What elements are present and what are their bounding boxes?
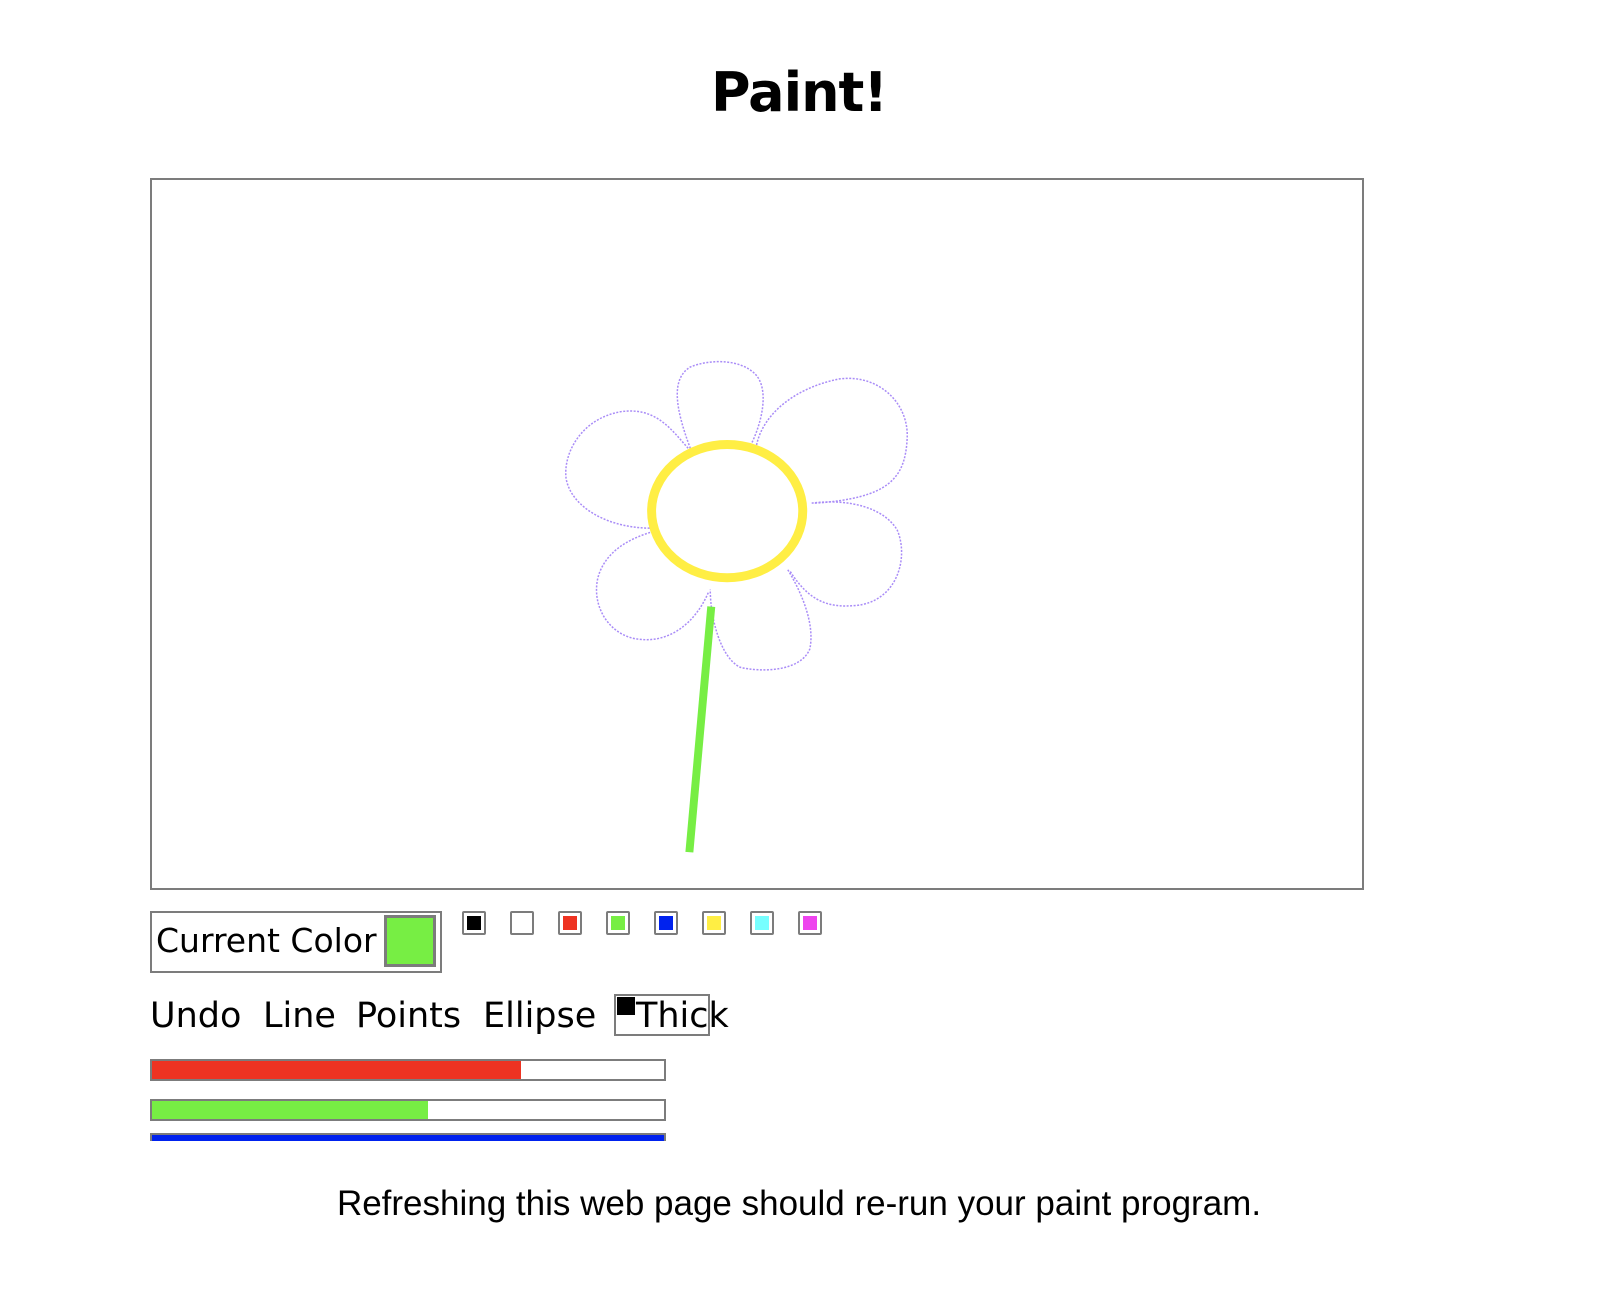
palette-swatch-cyan[interactable] xyxy=(750,911,774,935)
current-color-box: Current Color xyxy=(150,911,442,973)
red-slider[interactable] xyxy=(150,1059,666,1081)
paint-canvas[interactable] xyxy=(150,178,1364,890)
petal-top xyxy=(676,360,764,449)
flower-stem-line xyxy=(685,606,716,853)
thick-toggle-label[interactable]: Thick xyxy=(636,994,729,1038)
palette-swatch-white[interactable] xyxy=(510,911,534,935)
footer-note: Refreshing this web page should re-run y… xyxy=(336,1184,1262,1223)
swatch-fill xyxy=(467,916,481,930)
blue-slider-fill xyxy=(152,1135,664,1141)
canvas-drawing xyxy=(565,360,908,853)
current-color-swatch xyxy=(384,915,436,967)
line-tool-button[interactable]: Line xyxy=(263,994,336,1038)
flower-center-ellipse xyxy=(647,440,808,583)
swatch-fill xyxy=(563,916,577,930)
palette-swatch-magenta[interactable] xyxy=(798,911,822,935)
petal-lower-left xyxy=(595,529,709,641)
points-tool-button[interactable]: Points xyxy=(356,994,461,1038)
flower-petals xyxy=(565,360,908,671)
swatch-fill xyxy=(659,916,673,930)
thick-checkbox-marker xyxy=(617,997,635,1015)
green-slider[interactable] xyxy=(150,1099,666,1121)
current-color-label: Current Color xyxy=(156,921,377,960)
petal-bottom xyxy=(709,569,812,671)
swatch-fill xyxy=(755,916,769,930)
palette-swatch-black[interactable] xyxy=(462,911,486,935)
palette-swatch-green[interactable] xyxy=(606,911,630,935)
swatch-fill xyxy=(707,916,721,930)
ellipse-tool-button[interactable]: Ellipse xyxy=(483,994,596,1038)
palette-swatch-yellow[interactable] xyxy=(702,911,726,935)
page-title: Paint! xyxy=(711,61,888,124)
palette-swatch-red[interactable] xyxy=(558,911,582,935)
petal-upper-right xyxy=(755,377,908,504)
blue-slider-viewport xyxy=(150,1133,666,1141)
green-slider-fill xyxy=(152,1101,429,1119)
palette-swatch-blue[interactable] xyxy=(654,911,678,935)
swatch-fill xyxy=(611,916,625,930)
swatch-fill xyxy=(803,916,817,930)
blue-slider[interactable] xyxy=(150,1133,666,1141)
swatch-fill xyxy=(515,916,529,930)
undo-button[interactable]: Undo xyxy=(150,994,241,1038)
red-slider-fill xyxy=(152,1061,521,1079)
